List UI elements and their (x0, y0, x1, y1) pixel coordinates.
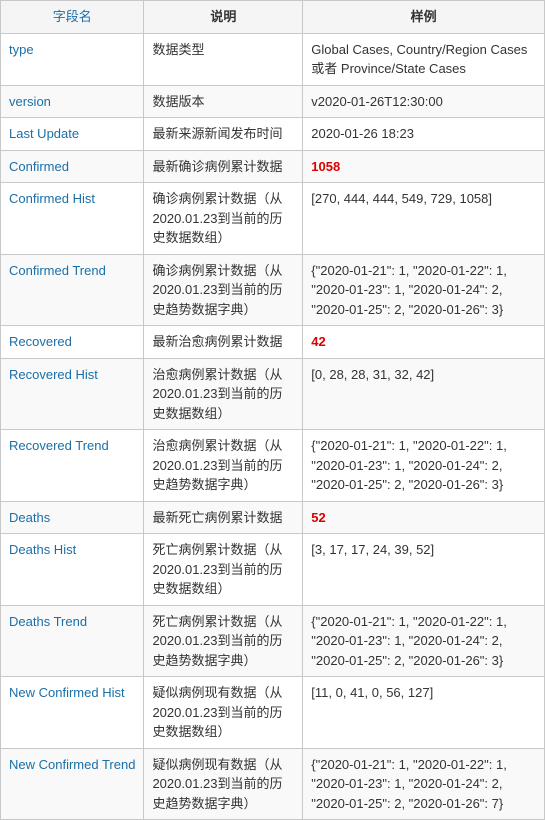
field-desc: 确诊病例累计数据（从2020.01.23到当前的历史数据数组） (144, 183, 303, 255)
field-example: [11, 0, 41, 0, 56, 127] (303, 677, 545, 749)
field-desc: 治愈病例累计数据（从2020.01.23到当前的历史数据数组） (144, 358, 303, 430)
header-desc: 说明 (144, 1, 303, 34)
table-row: Confirmed Hist确诊病例累计数据（从2020.01.23到当前的历史… (1, 183, 545, 255)
table-row: Last Update最新来源新闻发布时间2020-01-26 18:23 (1, 118, 545, 151)
field-example: v2020-01-26T12:30:00 (303, 85, 545, 118)
field-name: Last Update (1, 118, 144, 151)
field-example: Global Cases, Country/Region Cases 或者 Pr… (303, 33, 545, 85)
field-name: New Confirmed Trend (1, 748, 144, 820)
field-desc: 最新确诊病例累计数据 (144, 150, 303, 183)
table-row: New Confirmed Trend疑似病例现有数据（从2020.01.23到… (1, 748, 545, 820)
field-example: {"2020-01-21": 1, "2020-01-22": 1, "2020… (303, 430, 545, 502)
field-name: Confirmed (1, 150, 144, 183)
field-desc: 数据版本 (144, 85, 303, 118)
field-name: Recovered Hist (1, 358, 144, 430)
data-table: 字段名 说明 样例 type数据类型Global Cases, Country/… (0, 0, 545, 820)
field-name: Deaths Trend (1, 605, 144, 677)
field-desc: 数据类型 (144, 33, 303, 85)
field-desc: 确诊病例累计数据（从2020.01.23到当前的历史趋势数据字典） (144, 254, 303, 326)
field-example: {"2020-01-21": 1, "2020-01-22": 1, "2020… (303, 254, 545, 326)
field-example: [0, 28, 28, 31, 32, 42] (303, 358, 545, 430)
field-name: Deaths Hist (1, 534, 144, 606)
table-row: Recovered Trend治愈病例累计数据（从2020.01.23到当前的历… (1, 430, 545, 502)
field-desc: 死亡病例累计数据（从2020.01.23到当前的历史趋势数据字典） (144, 605, 303, 677)
field-desc: 最新来源新闻发布时间 (144, 118, 303, 151)
field-example: 1058 (303, 150, 545, 183)
table-row: Deaths最新死亡病例累计数据52 (1, 501, 545, 534)
field-name: Recovered Trend (1, 430, 144, 502)
table-row: Deaths Hist死亡病例累计数据（从2020.01.23到当前的历史数据数… (1, 534, 545, 606)
field-example: 2020-01-26 18:23 (303, 118, 545, 151)
table-row: Confirmed最新确诊病例累计数据1058 (1, 150, 545, 183)
header-field: 字段名 (1, 1, 144, 34)
field-example: [3, 17, 17, 24, 39, 52] (303, 534, 545, 606)
field-desc: 疑似病例现有数据（从2020.01.23到当前的历史数据数组） (144, 677, 303, 749)
field-example: [270, 444, 444, 549, 729, 1058] (303, 183, 545, 255)
table-row: type数据类型Global Cases, Country/Region Cas… (1, 33, 545, 85)
field-name: Deaths (1, 501, 144, 534)
field-example: {"2020-01-21": 1, "2020-01-22": 1, "2020… (303, 605, 545, 677)
table-row: version数据版本v2020-01-26T12:30:00 (1, 85, 545, 118)
header-example: 样例 (303, 1, 545, 34)
field-name: Confirmed Trend (1, 254, 144, 326)
field-example: {"2020-01-21": 1, "2020-01-22": 1, "2020… (303, 748, 545, 820)
table-row: Recovered Hist治愈病例累计数据（从2020.01.23到当前的历史… (1, 358, 545, 430)
table-row: Deaths Trend死亡病例累计数据（从2020.01.23到当前的历史趋势… (1, 605, 545, 677)
field-example: 52 (303, 501, 545, 534)
field-desc: 最新死亡病例累计数据 (144, 501, 303, 534)
field-name: Confirmed Hist (1, 183, 144, 255)
field-desc: 最新治愈病例累计数据 (144, 326, 303, 359)
field-desc: 治愈病例累计数据（从2020.01.23到当前的历史趋势数据字典） (144, 430, 303, 502)
table-row: New Confirmed Hist疑似病例现有数据（从2020.01.23到当… (1, 677, 545, 749)
field-name: version (1, 85, 144, 118)
field-name: type (1, 33, 144, 85)
field-desc: 疑似病例现有数据（从2020.01.23到当前的历史趋势数据字典） (144, 748, 303, 820)
table-row: Confirmed Trend确诊病例累计数据（从2020.01.23到当前的历… (1, 254, 545, 326)
field-name: New Confirmed Hist (1, 677, 144, 749)
field-desc: 死亡病例累计数据（从2020.01.23到当前的历史数据数组） (144, 534, 303, 606)
field-example: 42 (303, 326, 545, 359)
field-name: Recovered (1, 326, 144, 359)
table-row: Recovered最新治愈病例累计数据42 (1, 326, 545, 359)
